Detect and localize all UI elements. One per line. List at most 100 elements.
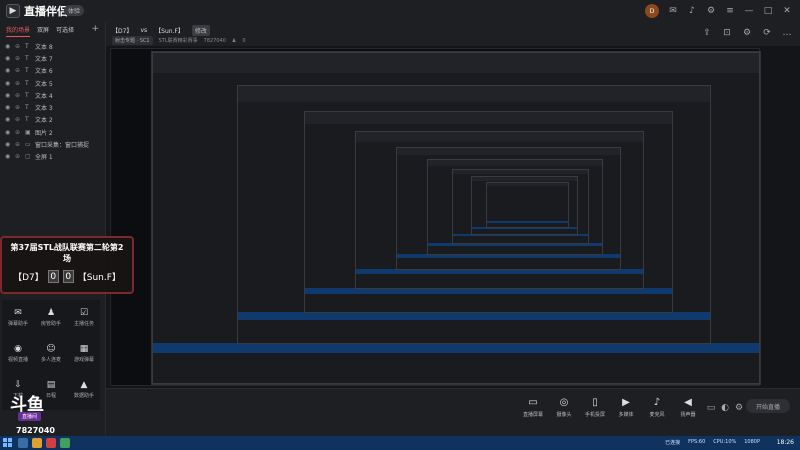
start-live-button[interactable]: 开始直播 [746,399,790,413]
toolbar-speaker-button[interactable]: ◀ 扬声器 [669,397,707,418]
lock-icon[interactable]: ⊕ [15,104,22,111]
layer-item[interactable]: ◉ ⊕ T 文本 2 [0,114,106,126]
version-badge: 体验 [64,5,85,16]
lock-icon[interactable]: ⊕ [15,116,22,123]
app-icon[interactable] [46,438,56,448]
eye-icon[interactable]: ◉ [5,153,12,160]
tool-game[interactable]: ▦ 游戏弹幕 [68,344,100,363]
text-icon: T [25,116,29,124]
layer-label: 文本 6 [35,68,53,76]
tool-pk[interactable]: ☺ 多人连麦 [35,344,67,363]
score-team-right: 【Sun.F】 [77,273,121,283]
eye-icon[interactable]: ◉ [5,104,12,111]
eye-icon[interactable]: ◉ [5,129,12,136]
layer-item[interactable]: ◉ ⊕ T 文本 3 [0,101,106,113]
layer-item[interactable]: ◉ ⊕ ▣ 图片 2 [0,126,106,138]
clock: 18:26 [776,439,794,446]
folder-icon[interactable] [32,438,42,448]
windows-taskbar: 已连接 FPS:60 CPU:10% 1080P 18:26 [0,436,800,450]
maximize-icon[interactable]: □ [763,6,773,16]
eye-icon[interactable]: ◉ [5,67,12,74]
vs-label: vs [140,27,148,34]
gift-icon[interactable]: ✉ [668,6,678,16]
lock-icon[interactable]: ⊕ [15,129,22,136]
edit-title-button[interactable]: 修改 [191,25,210,36]
tool-gift[interactable]: ✉ 弹幕助手 [2,308,34,327]
tool-label: 视频直播 [7,357,28,363]
eye-icon[interactable]: ◉ [5,43,12,50]
eye-icon[interactable]: ◉ [5,141,12,148]
layer-item[interactable]: ◉ ⊕ ▭ 窗口采集：窗口捕捉 [0,138,106,150]
share-icon[interactable]: ⇪ [702,28,712,38]
text-icon: T [25,54,29,62]
eye-icon[interactable]: ◉ [5,55,12,62]
tab-dual-screen[interactable]: 双屏 [37,25,49,37]
settings-icon[interactable]: ⚙ [742,28,752,38]
layer-item[interactable]: ◉ ⊕ T 文本 6 [0,65,106,77]
stream-meta: 射击专题 · SC1 STL联赛精彩赛事 7827040 ♟ 0 [112,36,246,45]
eye-icon[interactable]: ◉ [5,92,12,99]
tool-task[interactable]: ☑ 主播任务 [68,308,100,327]
lock-icon[interactable]: ⊕ [15,67,22,74]
settings-icon[interactable]: ⚙ [734,403,744,413]
tool-label: 游戏弹幕 [73,357,94,363]
team-right: 【Sun.F】 [155,28,184,35]
window-icon: ▭ [25,141,31,149]
lock-icon[interactable]: ⊕ [15,80,22,87]
app-logo: ▶ 直播伴侣 [6,3,68,19]
main-content: 【D7】 vs 【Sun.F】 修改 射击专题 · SC1 STL联赛精彩赛事 … [106,22,800,436]
settings-icon[interactable]: ⚙ [706,6,716,16]
tab-optional[interactable]: 可选择 [56,25,74,37]
menu-icon[interactable]: ≡ [725,6,735,16]
tab-my-scene[interactable]: 我的场景 [6,25,31,37]
layer-label: 文本 8 [35,43,53,51]
notification-icon[interactable]: ♪ [687,6,697,16]
category-tag[interactable]: 射击专题 · SC1 [112,36,153,45]
lock-icon[interactable]: ⊕ [15,43,22,50]
eye-icon[interactable]: ◉ [5,80,12,87]
layer-label: 文本 4 [35,92,53,100]
browser-icon[interactable] [60,438,70,448]
image-icon: ▣ [25,128,31,136]
tool-user[interactable]: ♟ 房管助手 [35,308,67,327]
toolbar-label: 扬声器 [680,412,696,418]
title-bar: ▶ 直播伴侣 体验 D ✉ ♪ ⚙ ≡ — □ ✕ [0,0,800,22]
lock-icon[interactable]: ⊡ [722,28,732,38]
tool-data[interactable]: ▲ 数据助手 [68,380,100,399]
layer-label: 文本 2 [35,117,53,125]
layer-item[interactable]: ◉ ⊕ T 文本 8 [0,40,106,52]
close-icon[interactable]: ✕ [782,6,792,16]
screen-icon: ▢ [25,153,31,161]
scoreboard-overlay[interactable]: 第37届STL战队联赛第二轮第2场 【D7】 0 0 【Sun.F】 [0,236,134,294]
record-icon[interactable]: ▭ [706,403,716,413]
layer-item[interactable]: ◉ ⊕ ▢ 全屏 1 [0,151,106,163]
layer-item[interactable]: ◉ ⊕ T 文本 5 [0,77,106,89]
audio-icon[interactable]: ◐ [720,403,730,413]
layer-item[interactable]: ◉ ⊕ T 文本 4 [0,89,106,101]
stream-preview[interactable] [110,48,761,386]
more-icon[interactable]: … [782,28,792,38]
tool-label: 数据助手 [73,393,94,399]
source-toolbar: ▭ 直播屏幕 ◎ 摄像头 ▯ 手机投屏 ▶ 多媒体 ♪ 麦克风 ◀ 扬声器 ▭ ◐ ⚙ 开始直播 [106,388,800,436]
window-controls: D ✉ ♪ ⚙ ≡ — □ ✕ [645,4,792,18]
text-icon: T [25,67,29,75]
lock-icon[interactable]: ⊕ [15,141,22,148]
toolbar-label: 手机投屏 [584,412,605,418]
stream-title[interactable]: 【D7】 vs 【Sun.F】 修改 [112,25,210,36]
avatar[interactable]: D [645,4,659,18]
video-icon: ◉ [14,344,22,354]
layer-item[interactable]: ◉ ⊕ T 文本 7 [0,52,106,64]
lock-icon[interactable]: ⊕ [15,55,22,62]
add-scene-icon[interactable]: + [91,24,99,34]
minimize-icon[interactable]: — [744,6,754,16]
refresh-icon[interactable]: ⟳ [762,28,772,38]
start-icon[interactable] [3,438,12,447]
tool-video[interactable]: ◉ 视频直播 [2,344,34,363]
score-right: 0 [62,270,74,283]
eye-icon[interactable]: ◉ [5,116,12,123]
lock-icon[interactable]: ⊕ [15,153,22,160]
score-row: 【D7】 0 0 【Sun.F】 [8,270,126,283]
lock-icon[interactable]: ⊕ [15,92,22,99]
layer-list: ◉ ⊕ T 文本 8 ◉ ⊕ T 文本 7 ◉ ⊕ T 文本 6 ◉ ⊕ T 文本 5 ◉ ⊕ T 文本 4 ◉ ⊕ T 文本… [0,40,106,163]
search-icon[interactable] [18,438,28,448]
